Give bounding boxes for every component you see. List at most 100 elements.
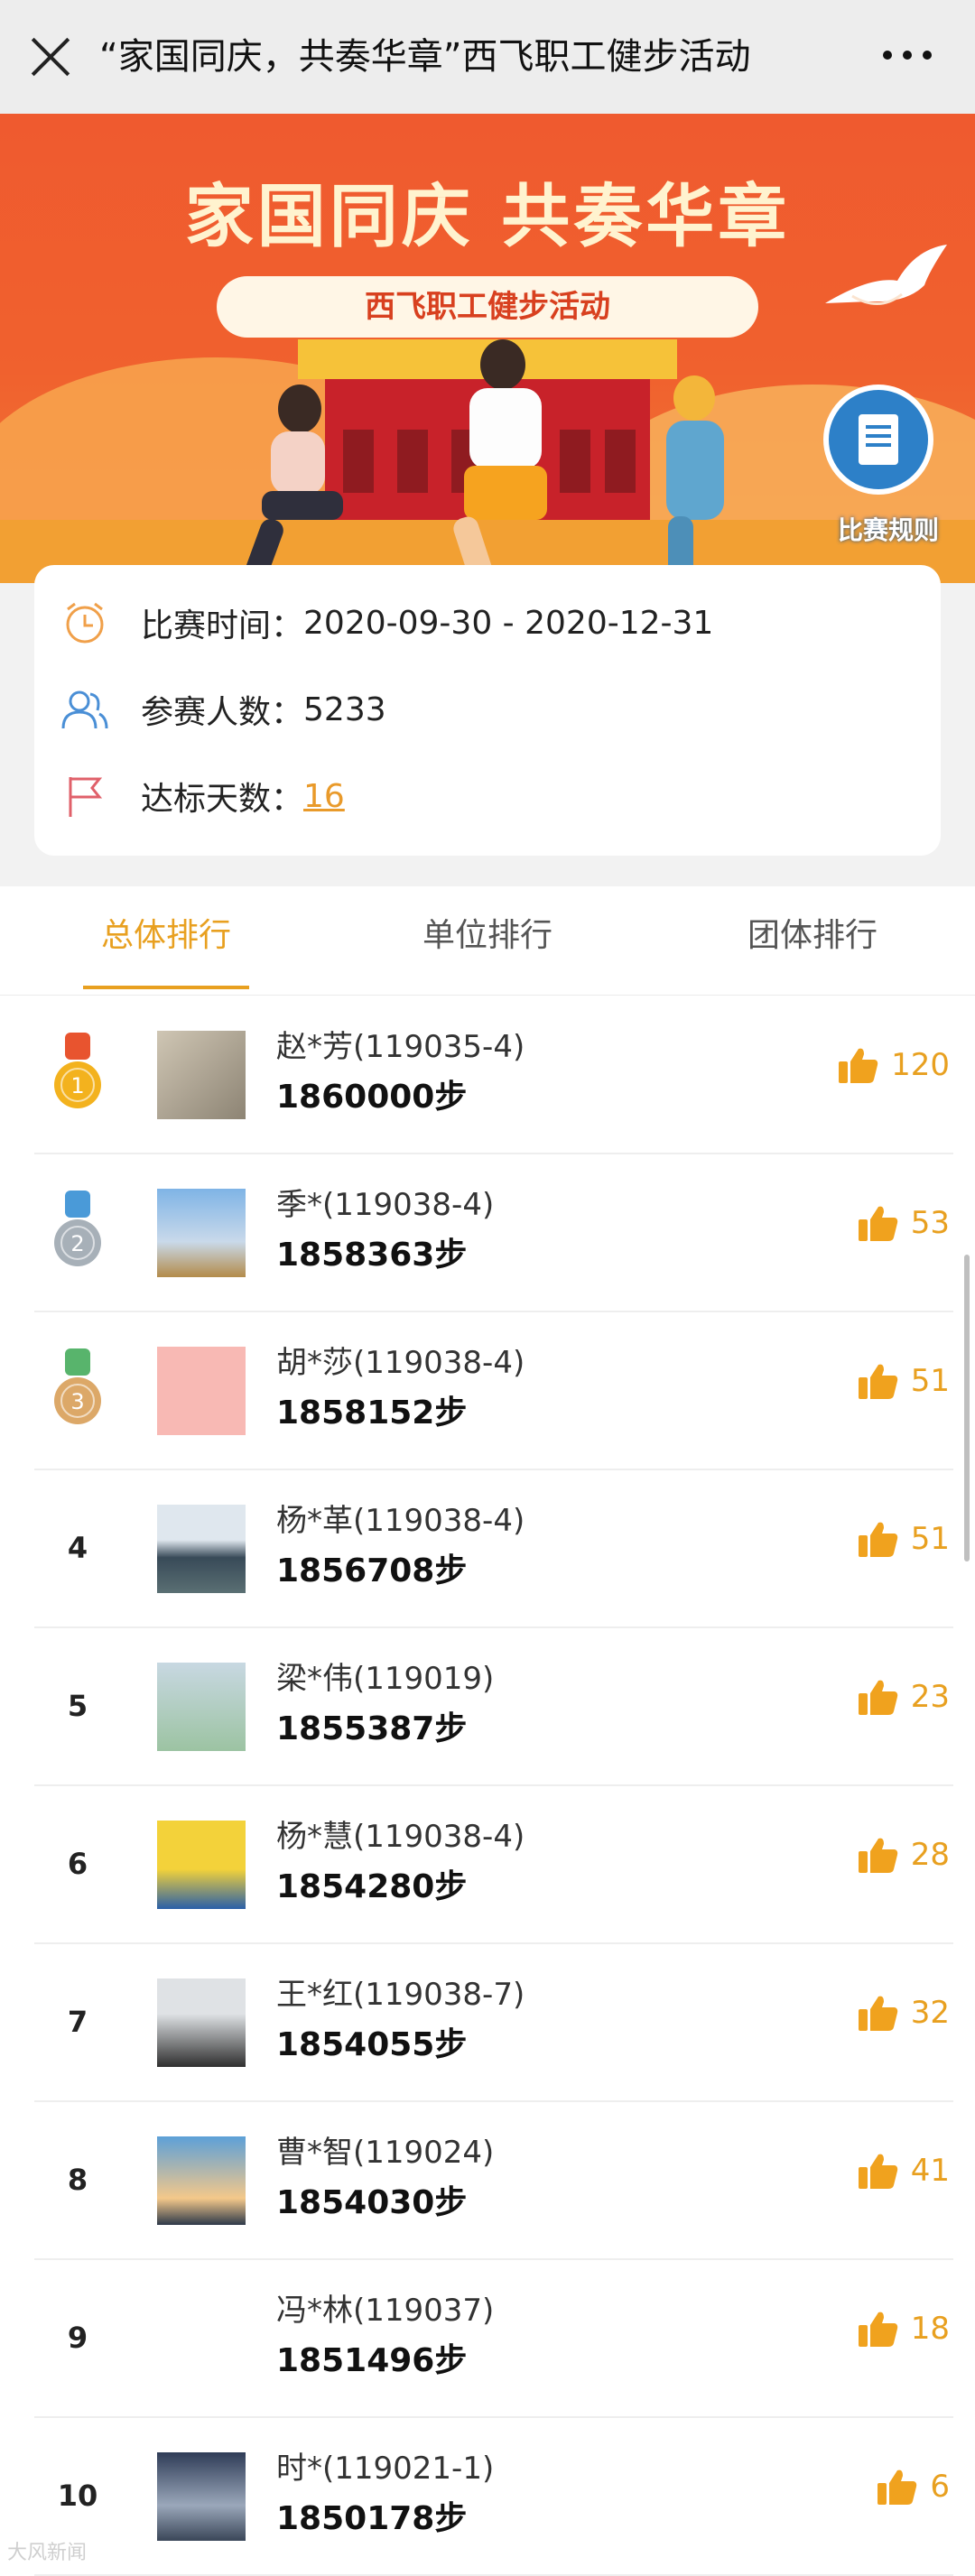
close-icon[interactable] [29,35,72,79]
like-button[interactable]: 53 [858,1205,950,1241]
avatar[interactable] [157,1821,246,1909]
info-row-days: 达标天数： 16 [61,769,345,823]
thumbs-up-icon [858,1680,897,1715]
avatar[interactable] [157,2452,246,2541]
page-title: “家国同庆，共奏华章”西飞职工健步活动 [99,36,751,78]
step-count: 1858363步 [276,1237,468,1274]
dove-icon [825,245,947,305]
thumbs-up-icon [858,2154,897,2189]
thumbs-up-icon [858,1522,897,1557]
ranking-row[interactable]: 8 曹*智(119024) 1854030步 41 [34,2102,953,2260]
rank-number: 9 [67,2321,88,2355]
like-button[interactable]: 18 [858,2311,950,2347]
thumbs-up-icon [878,2469,917,2505]
like-button[interactable]: 51 [858,1521,950,1557]
watermark: 大风新闻 [7,2542,88,2564]
time-label: 比赛时间： [141,607,304,644]
runner-illustration-left [226,385,379,583]
ranking-row[interactable]: 5 梁*伟(119019) 1855387步 23 [34,1628,953,1786]
tab-overall-ranking[interactable]: 总体排行 [83,886,249,995]
like-button[interactable]: 32 [858,1995,950,2031]
runner-illustration-right [632,375,767,583]
tab-team-ranking[interactable]: 团体排行 [733,886,892,995]
like-count: 51 [910,1521,950,1557]
like-count: 18 [910,2311,950,2347]
like-count: 6 [930,2469,950,2505]
rank-number: 4 [67,1531,88,1565]
like-count: 28 [910,1837,950,1873]
more-options-icon[interactable] [883,51,932,60]
ranking-row[interactable]: 6 杨*慧(119038-4) 1854280步 28 [34,1786,953,1944]
like-count: 41 [910,2153,950,2189]
like-button[interactable]: 28 [858,1837,950,1873]
like-button[interactable]: 120 [839,1047,950,1083]
step-count: 1858152步 [276,1395,468,1432]
step-count: 1855387步 [276,1710,468,1747]
participant-name: 胡*莎(119038-4) [276,1345,525,1381]
like-button[interactable]: 6 [878,2469,950,2505]
silver-medal-icon: 2 [52,1191,103,1272]
avatar[interactable] [157,2294,246,2383]
info-row-time: 比赛时间： 2020-09-30 - 2020-12-31 [61,596,713,650]
like-button[interactable]: 51 [858,1363,950,1399]
step-count: 1851496步 [276,2342,468,2379]
days-label: 达标天数： [141,781,304,818]
runner-illustration-center [424,339,587,583]
ranking-row[interactable]: 1 赵*芳(119035-4) 1860000步 120 [34,996,953,1154]
rank-number: 5 [67,1689,88,1723]
like-count: 32 [910,1995,950,2031]
bronze-medal-icon: 3 [52,1348,103,1430]
like-button[interactable]: 23 [858,1679,950,1715]
thumbs-up-icon [858,1838,897,1873]
banner-subtitle: 西飞职工健步活动 [217,276,758,338]
avatar[interactable] [157,2136,246,2225]
gold-medal-icon: 1 [52,1033,103,1114]
participant-name: 王*红(119038-7) [276,1977,525,2013]
rules-button[interactable] [823,385,933,495]
ranking-row[interactable]: 2 季*(119038-4) 1858363步 53 [34,1154,953,1312]
avatar[interactable] [157,1978,246,2067]
time-value: 2020-09-30 - 2020-12-31 [303,604,714,642]
ranking-list: 1 赵*芳(119035-4) 1860000步 120 2 季*(119038-4) 18… [0,996,975,2576]
avatar[interactable] [157,1189,246,1277]
tab-unit-ranking[interactable]: 单位排行 [408,886,567,995]
participant-name: 杨*慧(119038-4) [276,1819,525,1855]
step-count: 1860000步 [276,1079,468,1116]
thumbs-up-icon [858,1364,897,1399]
participant-name: 季*(119038-4) [276,1187,495,1223]
thumbs-up-icon [839,1048,878,1083]
step-count: 1854280步 [276,1868,468,1905]
participant-name: 赵*芳(119035-4) [276,1029,525,1065]
alarm-clock-icon [61,599,108,646]
ranking-row[interactable]: 4 杨*革(119038-4) 1856708步 51 [34,1470,953,1628]
like-count: 51 [910,1363,950,1399]
avatar[interactable] [157,1663,246,1751]
participants-label: 参赛人数： [141,694,304,731]
document-icon [859,414,898,465]
participants-value: 5233 [303,690,386,728]
rank-number: 6 [67,1847,88,1881]
thumbs-up-icon [858,2312,897,2347]
like-count: 23 [910,1679,950,1715]
ranking-row[interactable]: 7 王*红(119038-7) 1854055步 32 [34,1944,953,2102]
rules-label[interactable]: 比赛规则 [838,511,939,547]
avatar[interactable] [157,1347,246,1435]
thumbs-up-icon [858,1996,897,2031]
participant-name: 冯*林(119037) [276,2293,495,2329]
ranking-row[interactable]: 3 胡*莎(119038-4) 1858152步 51 [34,1312,953,1470]
days-value-link[interactable]: 16 [303,778,345,815]
like-button[interactable]: 41 [858,2153,950,2189]
like-count: 53 [910,1205,950,1241]
step-count: 1856708步 [276,1552,468,1589]
participant-name: 杨*革(119038-4) [276,1503,525,1539]
avatar[interactable] [157,1505,246,1593]
ranking-row[interactable]: 9 冯*林(119037) 1851496步 18 [34,2260,953,2418]
step-count: 1854030步 [276,2184,468,2221]
avatar[interactable] [157,1031,246,1119]
ranking-tabs: 总体排行 单位排行 团体排行 [0,886,975,996]
scrollbar[interactable] [964,1255,970,1561]
event-info-card: 比赛时间： 2020-09-30 - 2020-12-31 参赛人数： 5233… [34,565,941,856]
thumbs-up-icon [858,1206,897,1241]
ranking-row[interactable]: 10 时*(119021-1) 1850178步 6 [34,2418,953,2576]
info-row-participants: 参赛人数： 5233 [61,682,386,737]
